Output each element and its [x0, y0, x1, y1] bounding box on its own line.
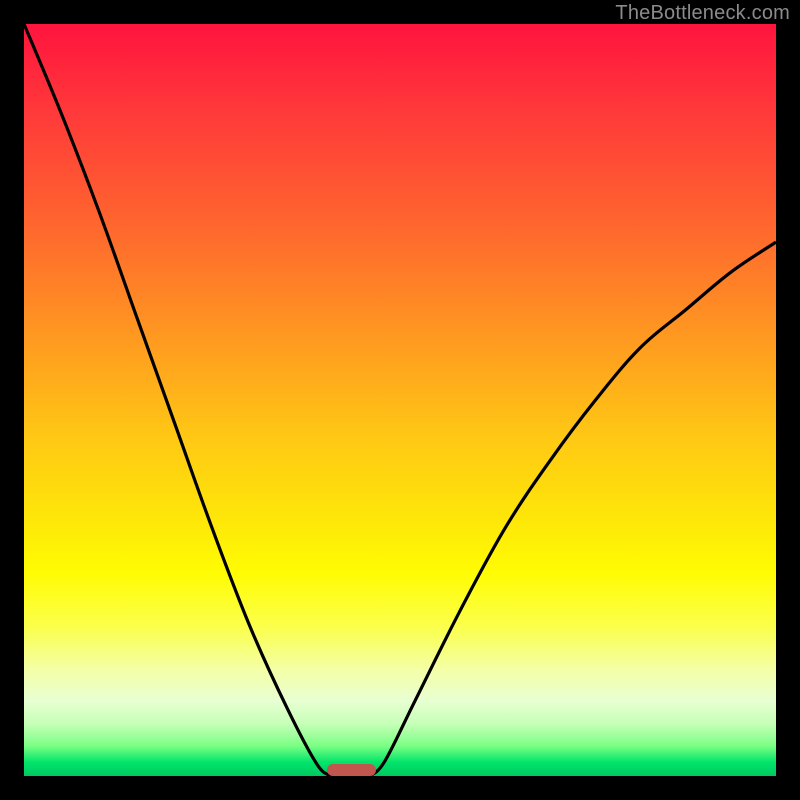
watermark-text: TheBottleneck.com	[615, 2, 790, 25]
optimal-marker	[327, 764, 376, 776]
left-curve	[24, 24, 332, 776]
chart-frame: TheBottleneck.com	[0, 0, 800, 800]
plot-area	[24, 24, 776, 776]
curve-layer	[24, 24, 776, 776]
right-curve	[370, 242, 776, 776]
